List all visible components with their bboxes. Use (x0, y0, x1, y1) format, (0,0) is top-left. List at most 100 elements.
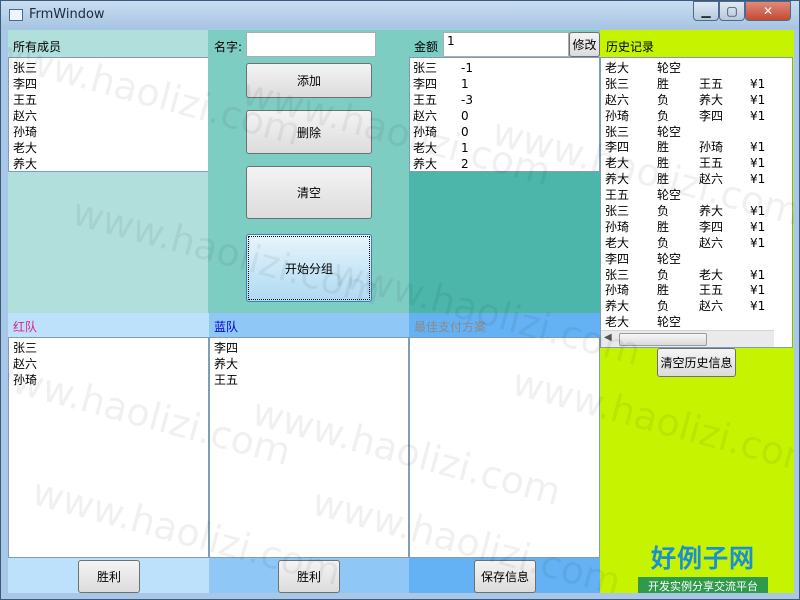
name-label: 名字: (214, 40, 243, 54)
members-list[interactable]: 张三 李四 王五 赵六 孙琦 老大 养大 (8, 57, 209, 172)
amount-row[interactable]: 王五 -3 (413, 92, 596, 108)
maximize-button[interactable]: ▢ (719, 1, 745, 21)
clear-history-button[interactable]: 清空历史信息 (657, 348, 736, 377)
history-amount: ¥1 (750, 283, 766, 298)
add-button[interactable]: 添加 (246, 63, 372, 98)
delete-button[interactable]: 删除 (246, 110, 372, 154)
history-opponent: 养大 (699, 92, 724, 107)
amount-row[interactable]: 养大 2 (413, 156, 596, 172)
list-item[interactable]: 老大 (13, 140, 204, 156)
amount-value: 0 (461, 109, 469, 123)
list-item[interactable]: 赵六 (13, 108, 204, 124)
history-amount: ¥1 (750, 76, 766, 91)
history-result: 负 (657, 204, 670, 219)
list-item[interactable]: 李四 (214, 340, 404, 356)
history-row[interactable]: 老大 轮空 (605, 314, 785, 330)
history-player: 孙琦 (605, 108, 630, 123)
logo-subtitle: 开发实例分享交流平台 (638, 577, 768, 593)
history-result: 胜 (657, 283, 670, 298)
history-row[interactable]: 李四 轮空 (605, 251, 785, 267)
list-item[interactable]: 张三 (13, 340, 204, 356)
history-result: 轮空 (657, 61, 682, 75)
history-row[interactable]: 孙琦 胜 李四 ¥1 (605, 219, 785, 235)
horizontal-scrollbar[interactable]: ◀ (601, 330, 774, 347)
amount-name: 王五 (413, 93, 438, 107)
amount-row[interactable]: 李四 1 (413, 76, 596, 92)
best-plan-list[interactable] (409, 337, 600, 558)
red-team-list[interactable]: 张三 赵六 孙琦 (8, 337, 209, 558)
history-row[interactable]: 孙琦 负 李四 ¥1 (605, 108, 785, 124)
amount-name: 李四 (413, 77, 438, 91)
history-row[interactable]: 养大 负 赵六 ¥1 (605, 298, 785, 314)
start-grouping-button[interactable]: 开始分组 (246, 234, 372, 302)
scrollbar-thumb[interactable] (619, 333, 707, 346)
history-row[interactable]: 孙琦 胜 王五 ¥1 (605, 282, 785, 298)
history-player: 养大 (605, 172, 630, 187)
title-bar[interactable]: FrmWindow ▁ ▢ ✕ (1, 1, 799, 29)
members-panel: 所有成员 张三 李四 王五 赵六 孙琦 老大 养大 (8, 30, 209, 313)
best-plan-panel: 最佳支付方案 保存信息 (409, 313, 600, 593)
name-input[interactable] (246, 32, 376, 57)
history-row[interactable]: 赵六 负 养大 ¥1 (605, 92, 785, 108)
list-item[interactable]: 张三 (13, 60, 204, 76)
amount-input[interactable]: 1 (443, 32, 569, 57)
history-player: 张三 (605, 204, 630, 219)
history-opponent: 王五 (699, 156, 724, 171)
members-header: 所有成员 (13, 40, 62, 54)
history-player: 孙琦 (605, 219, 630, 234)
history-row[interactable]: 王五 轮空 (605, 187, 785, 203)
blue-team-win-button[interactable]: 胜利 (278, 560, 340, 593)
list-item[interactable]: 李四 (13, 76, 204, 92)
red-team-win-button[interactable]: 胜利 (78, 560, 140, 593)
history-row[interactable]: 李四 胜 孙琦 ¥1 (605, 139, 785, 155)
amount-name: 老大 (413, 141, 438, 155)
list-item[interactable]: 王五 (13, 92, 204, 108)
history-result: 胜 (657, 219, 670, 234)
history-player: 老大 (605, 156, 630, 171)
history-amount: ¥1 (750, 204, 766, 219)
history-amount: ¥1 (750, 108, 766, 123)
amount-list[interactable]: 张三 -1 李四 1 王五 -3 赵六 0 孙琦 0 老大 1 养大 2 (409, 57, 600, 172)
amount-row[interactable]: 老大 1 (413, 140, 596, 156)
site-logo: 好例子网 开发实例分享交流平台 (638, 539, 768, 593)
maximize-icon: ▢ (726, 4, 738, 18)
blue-team-list[interactable]: 李四 养大 王五 (209, 337, 409, 558)
history-row[interactable]: 张三 轮空 (605, 124, 785, 140)
amount-name: 张三 (413, 61, 438, 75)
list-item[interactable]: 孙琦 (13, 372, 204, 388)
history-list[interactable]: 老大 轮空 张三胜王五 ¥1 赵六负养大 ¥1 孙琦负李四 ¥1 张三 轮空 李四胜孙琦 ¥1 老大胜王… (600, 57, 793, 348)
list-item[interactable]: 养大 (13, 156, 204, 172)
history-row[interactable]: 老大 轮空 (605, 60, 785, 76)
scroll-left-icon[interactable]: ◀ (604, 332, 612, 343)
modify-button[interactable]: 修改 (569, 32, 600, 57)
close-button[interactable]: ✕ (745, 1, 791, 21)
clear-button[interactable]: 清空 (246, 166, 372, 219)
list-item[interactable]: 赵六 (13, 356, 204, 372)
history-row[interactable]: 张三 胜 王五 ¥1 (605, 76, 785, 92)
history-player: 养大 (605, 299, 630, 314)
list-item[interactable]: 孙琦 (13, 124, 204, 140)
history-opponent: 李四 (699, 108, 724, 123)
history-row[interactable]: 养大 胜 赵六 ¥1 (605, 171, 785, 187)
amount-value: 2 (461, 157, 469, 171)
history-result: 轮空 (657, 315, 682, 330)
history-row[interactable]: 老大 胜 王五 ¥1 (605, 155, 785, 171)
list-item[interactable]: 王五 (214, 372, 404, 388)
amount-row[interactable]: 孙琦 0 (413, 124, 596, 140)
amount-row[interactable]: 赵六 0 (413, 108, 596, 124)
list-item[interactable]: 养大 (214, 356, 404, 372)
blue-team-header: 蓝队 (214, 320, 239, 334)
history-result: 轮空 (657, 124, 682, 139)
history-player: 李四 (605, 140, 630, 155)
history-row[interactable]: 张三 负 老大 ¥1 (605, 267, 785, 283)
close-icon: ✕ (762, 4, 774, 18)
history-player: 老大 (605, 235, 630, 250)
history-opponent: 赵六 (699, 235, 724, 250)
history-row[interactable]: 老大 负 赵六 ¥1 (605, 235, 785, 251)
amount-row[interactable]: 张三 -1 (413, 60, 596, 76)
history-row[interactable]: 张三 负 养大 ¥1 (605, 203, 785, 219)
blue-team-panel: 蓝队 李四 养大 王五 胜利 (209, 313, 409, 593)
history-amount: ¥1 (750, 156, 766, 171)
minimize-button[interactable]: ▁ (693, 1, 719, 21)
save-info-button[interactable]: 保存信息 (474, 560, 536, 593)
